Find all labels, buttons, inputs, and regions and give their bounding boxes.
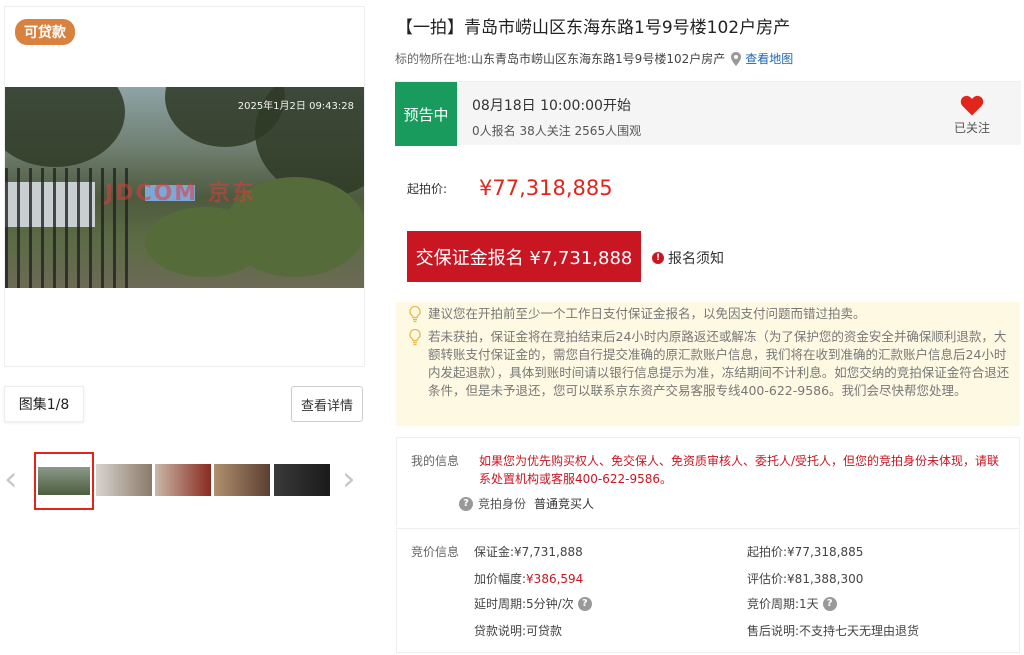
follow-button[interactable]: 已关注: [947, 94, 997, 136]
pay-deposit-register-button[interactable]: 交保证金报名 ¥7,731,888: [407, 231, 641, 282]
auction-start-time: 08月18日 10:00:00开始: [472, 98, 631, 114]
start-price-value: ¥77,318,885: [787, 544, 864, 559]
delay-row: 延时周期: 5分钟/次 ?: [474, 595, 592, 612]
thumbnail-3[interactable]: [155, 464, 211, 496]
prev-arrow-icon[interactable]: ‹: [4, 462, 18, 496]
heart-icon: [960, 95, 984, 116]
loan-label: 贷款说明:: [474, 624, 527, 638]
auction-stats: 0人报名 38人关注 2565人围观: [472, 124, 642, 138]
deposit-value: ¥7,731,888: [514, 544, 583, 559]
thumbnail-4[interactable]: [214, 464, 270, 496]
lightbulb-icon: [409, 305, 421, 323]
my-info-section: 我的信息 如果您为优先购买权人、免交保人、免资质审核人、委托人/受托人，但您的竞…: [396, 437, 1020, 527]
loan-badge: 可贷款: [15, 19, 75, 45]
tip-item: 若未获拍，保证金将在竞拍结束后24小时内原路返还或解冻（为了保护您的资金安全并确…: [408, 328, 1010, 400]
cycle-value: 1天: [799, 597, 819, 611]
view-details-button[interactable]: 查看详情: [291, 386, 363, 422]
view-map-link[interactable]: 查看地图: [745, 50, 793, 67]
page-title: 【一拍】青岛市崂山区东海东路1号9号楼102户房产: [396, 18, 791, 38]
location-row: 标的物所在地: 山东青岛市崂山区东海东路1号9号楼102户房产 查看地图: [395, 50, 793, 67]
my-info-label: 我的信息: [411, 454, 460, 468]
alert-icon: !: [652, 252, 664, 264]
thumbnail-strip: ‹ ›: [0, 452, 370, 512]
increment-row: 加价幅度: ¥386,594: [474, 570, 583, 587]
tip-item: 建议您在开拍前至少一个工作日支付保证金报名，以免因支付问题而错过拍卖。: [408, 305, 1010, 323]
deposit-row: 保证金: ¥7,731,888: [474, 543, 583, 560]
tip-text: 建议您在开拍前至少一个工作日支付保证金报名，以免因支付问题而错过拍卖。: [428, 306, 866, 321]
thumbnail-2[interactable]: [96, 464, 152, 496]
map-pin-icon: [731, 51, 742, 66]
loan-value: 可贷款: [526, 624, 563, 638]
album-counter: 图集1/8: [4, 386, 84, 422]
cycle-label: 竞价周期:: [747, 597, 800, 611]
my-info-warning: 如果您为优先购买权人、免交保人、免资质审核人、委托人/受托人，但您的竞拍身份未体…: [479, 454, 1000, 486]
location-label: 标的物所在地:: [395, 52, 472, 66]
cycle-row: 竞价周期: 1天 ?: [747, 595, 837, 612]
starting-price-value: ¥77,318,885: [479, 176, 613, 200]
help-icon[interactable]: ?: [822, 596, 837, 611]
thumbnail-5[interactable]: [274, 464, 330, 496]
increment-label: 加价幅度:: [474, 572, 527, 586]
bid-identity-row: ? 竞拍身份 普通竞买人: [459, 495, 594, 512]
tips-box: 建议您在开拍前至少一个工作日支付保证金报名，以免因支付问题而错过拍卖。 若未获拍…: [396, 302, 1020, 426]
lightbulb-icon: [409, 328, 421, 346]
start-price-row: 起拍价: ¥77,318,885: [747, 543, 863, 560]
appraisal-label: 评估价:: [747, 572, 788, 586]
appraisal-row: 评估价: ¥81,388,300: [747, 570, 863, 587]
registration-notice-link[interactable]: ! 报名须知: [652, 248, 724, 268]
starting-price-row: 起拍价: ¥77,318,885: [407, 176, 613, 200]
status-badge: 预告中: [395, 82, 457, 146]
aftersale-row: 售后说明: 不支持七天无理由退货: [747, 622, 919, 639]
photo-watermark: JDCOM 京东: [105, 181, 256, 206]
help-icon[interactable]: ?: [459, 496, 473, 511]
loan-row: 贷款说明: 可贷款: [474, 622, 562, 639]
bid-identity-label: 竞拍身份: [478, 497, 527, 511]
bid-info-label: 竞价信息: [411, 545, 460, 559]
photo-timestamp: 2025年1月2日 09:43:28: [237, 101, 354, 112]
appraisal-value: ¥81,388,300: [787, 571, 864, 586]
thumbnail-1[interactable]: [34, 452, 94, 510]
next-arrow-icon[interactable]: ›: [342, 462, 356, 496]
registration-notice-label: 报名须知: [668, 251, 724, 267]
property-photo: 2025年1月2日 09:43:28 JDCOM 京东: [5, 87, 364, 288]
auction-status-panel: 预告中 08月18日 10:00:00开始 0人报名 38人关注 2565人围观…: [395, 81, 1021, 146]
increment-value: ¥386,594: [526, 571, 584, 586]
location-address: 山东青岛市崂山区东海东路1号9号楼102户房产: [471, 52, 726, 66]
bid-info-section: 竞价信息 保证金: ¥7,731,888 起拍价: ¥77,318,885 加价…: [396, 528, 1020, 653]
delay-label: 延时周期:: [474, 597, 527, 611]
deposit-label: 保证金:: [474, 545, 515, 559]
tip-text: 若未获拍，保证金将在竞拍结束后24小时内原路返还或解冻（为了保护您的资金安全并确…: [428, 329, 1010, 398]
starting-price-label: 起拍价:: [407, 181, 448, 196]
follow-label: 已关注: [953, 121, 990, 135]
aftersale-label: 售后说明:: [747, 624, 800, 638]
start-price-label: 起拍价:: [747, 545, 788, 559]
main-photo[interactable]: 可贷款 2025年1月2日 09:43:28 JDCOM 京东: [4, 6, 365, 367]
help-icon[interactable]: ?: [577, 596, 592, 611]
delay-value: 5分钟/次: [526, 597, 574, 611]
bid-identity-value: 普通竞买人: [534, 497, 595, 511]
aftersale-value: 不支持七天无理由退货: [799, 624, 920, 638]
